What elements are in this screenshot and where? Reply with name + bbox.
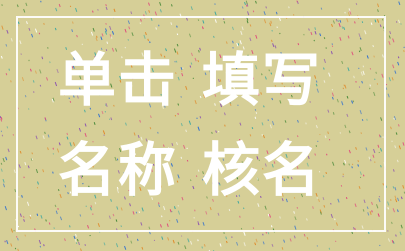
speckle xyxy=(403,50,405,53)
speckle xyxy=(387,207,389,210)
speckle xyxy=(197,239,199,242)
speckle xyxy=(12,134,15,136)
speckle xyxy=(10,80,12,83)
speckle xyxy=(397,56,400,59)
speckle xyxy=(24,234,26,237)
speckle xyxy=(92,10,94,13)
speckle xyxy=(223,232,225,234)
speckle xyxy=(288,6,290,9)
speckle xyxy=(391,221,393,225)
speckle xyxy=(320,7,323,10)
speckle xyxy=(296,0,298,3)
speckle xyxy=(328,247,331,250)
speckle xyxy=(265,6,267,9)
title-line-1-left: 单击 xyxy=(58,46,179,114)
speckle xyxy=(387,230,389,232)
speckle xyxy=(395,234,397,237)
speckle xyxy=(245,4,248,7)
title-line-1-right: 填写 xyxy=(202,46,323,114)
speckle xyxy=(39,245,42,248)
title-line-2: 名称 核名 xyxy=(58,138,322,202)
speckle xyxy=(6,126,9,129)
speckle xyxy=(252,10,255,13)
speckle xyxy=(355,2,358,6)
speckle xyxy=(97,8,99,11)
title-line-2-right: 核名 xyxy=(202,136,323,204)
speckle xyxy=(136,238,139,242)
speckle xyxy=(8,68,10,71)
speckle xyxy=(40,0,42,3)
speckle xyxy=(5,73,8,76)
speckle xyxy=(16,235,18,238)
speckle xyxy=(0,162,3,165)
speckle xyxy=(0,117,3,120)
title-line-1: 单击 填写 xyxy=(58,48,322,112)
speckle xyxy=(344,11,346,14)
name-card: 单击 填写 名称 核名 xyxy=(0,0,405,251)
title-line-2-left: 名称 xyxy=(58,136,179,204)
speckle xyxy=(201,246,203,249)
speckle xyxy=(43,244,45,247)
speckle xyxy=(105,4,107,7)
speckle xyxy=(262,233,264,236)
speckle xyxy=(393,117,395,120)
speckle xyxy=(1,134,4,137)
speckle xyxy=(84,244,86,246)
speckle xyxy=(1,4,3,7)
